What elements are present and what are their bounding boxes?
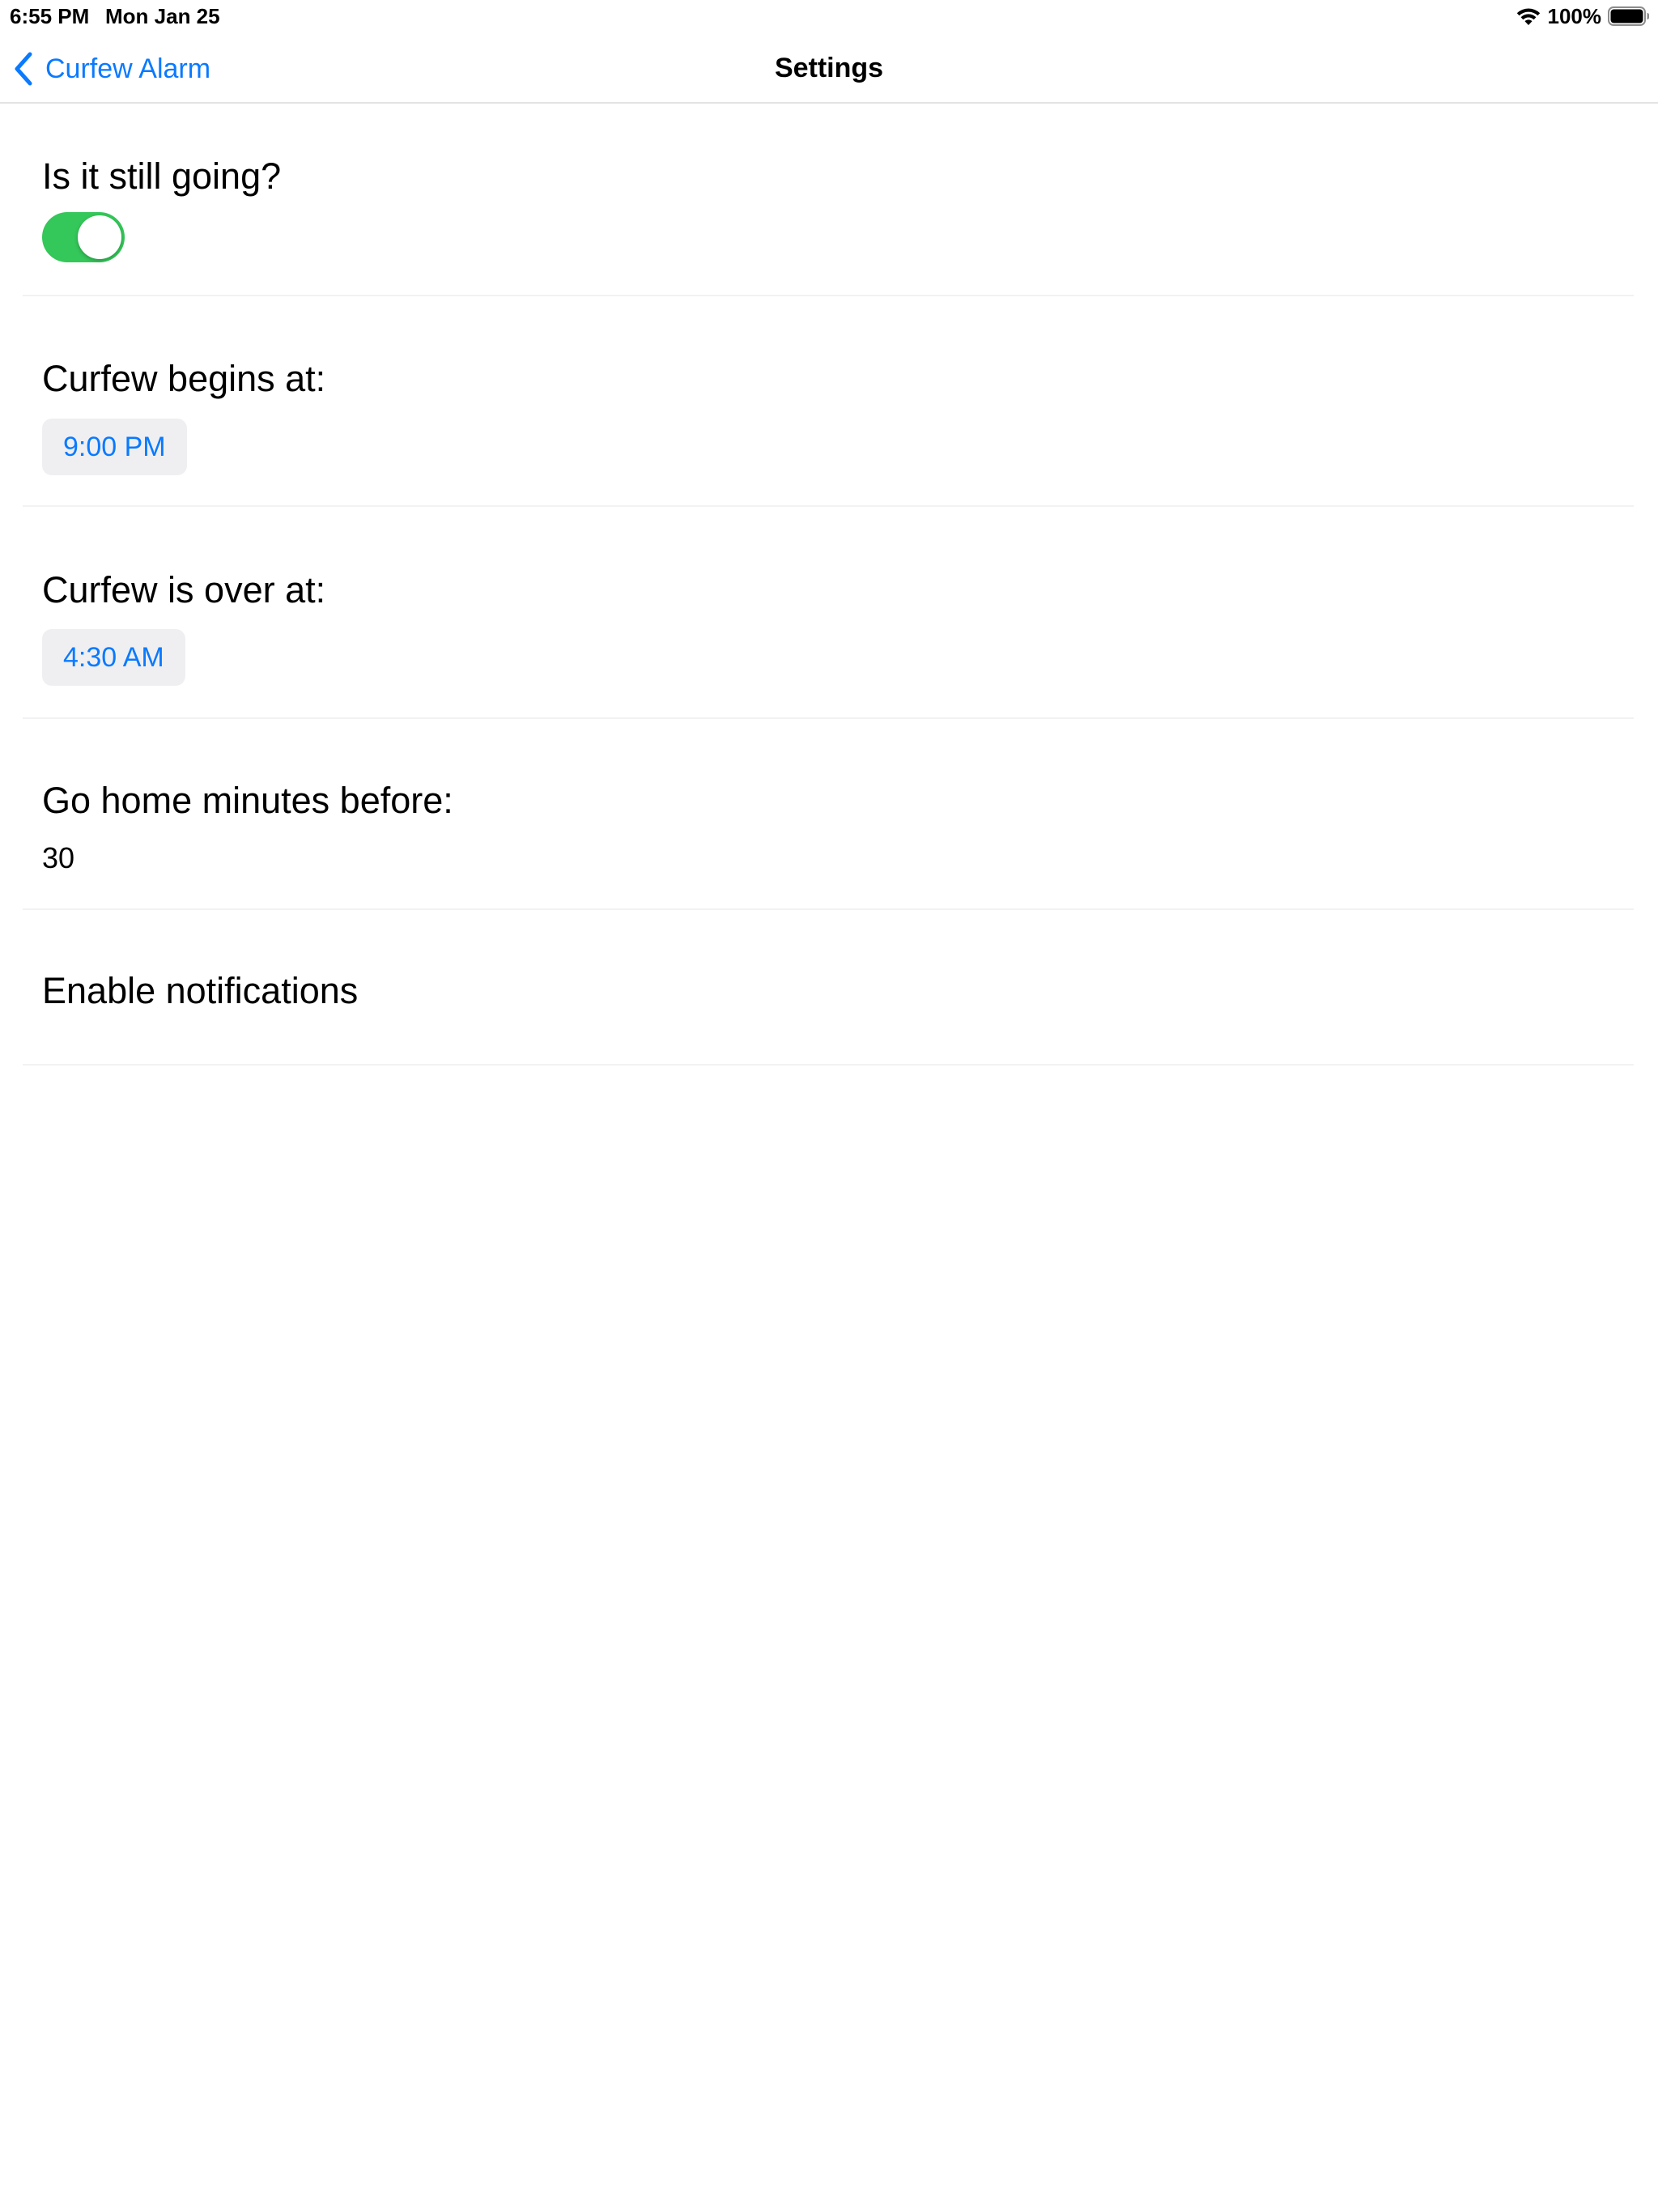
still-going-toggle[interactable] — [42, 212, 125, 262]
go-home-minutes-value[interactable]: 30 — [42, 840, 74, 876]
still-going-row: Is it still going? — [23, 104, 1634, 296]
go-home-label: Go home minutes before: — [42, 780, 453, 821]
go-home-row: Go home minutes before: 30 — [23, 719, 1634, 910]
curfew-over-row: Curfew is over at: 4:30 AM — [23, 507, 1634, 719]
status-bar: 6:55 PM Mon Jan 25 100% — [0, 0, 1658, 32]
enable-notifications-row[interactable]: Enable notifications — [23, 910, 1634, 1066]
status-date: Mon Jan 25 — [105, 4, 220, 28]
page-title: Settings — [774, 53, 884, 83]
status-indicators: 100% — [1516, 3, 1651, 29]
navigation-bar: Curfew Alarm Settings — [0, 32, 1658, 104]
curfew-begins-time-picker[interactable]: 9:00 PM — [42, 419, 187, 475]
curfew-over-label: Curfew is over at: — [42, 569, 326, 610]
curfew-begins-row: Curfew begins at: 9:00 PM — [23, 296, 1634, 507]
wifi-icon — [1516, 8, 1540, 25]
curfew-over-time-picker[interactable]: 4:30 AM — [42, 629, 185, 686]
battery-percent: 100% — [1547, 4, 1602, 28]
toggle-knob — [78, 215, 121, 259]
still-going-label: Is it still going? — [42, 155, 282, 197]
enable-notifications-label: Enable notifications — [42, 970, 359, 1011]
curfew-begins-label: Curfew begins at: — [42, 358, 326, 399]
status-time: 6:55 PM — [10, 4, 90, 28]
battery-icon — [1608, 6, 1649, 26]
